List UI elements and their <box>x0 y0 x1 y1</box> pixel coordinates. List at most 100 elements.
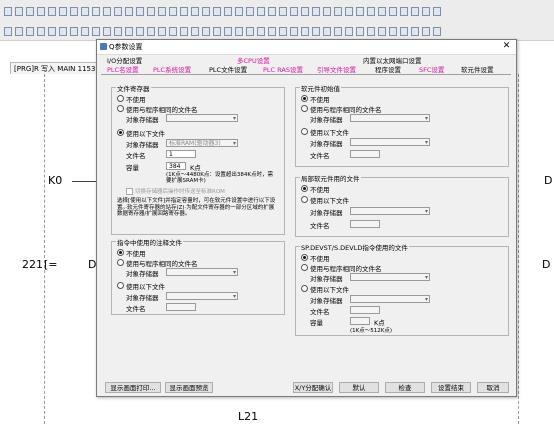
toolbar-button-icon[interactable] <box>411 27 419 36</box>
toolbar-button-icon[interactable] <box>169 7 177 16</box>
device-init-file-name-input[interactable] <box>350 150 380 158</box>
toolbar-button-icon[interactable] <box>26 27 34 36</box>
toolbar-button-icon[interactable] <box>180 27 188 36</box>
toolbar-button-icon[interactable] <box>92 27 100 36</box>
toolbar-button-icon[interactable] <box>48 27 56 36</box>
toolbar-button-icon[interactable] <box>59 7 67 16</box>
toolbar-button-icon[interactable] <box>301 27 309 36</box>
xy-assignment-confirm-button[interactable]: X/Y分配确认 <box>293 382 333 393</box>
toolbar-button-icon[interactable] <box>48 7 56 16</box>
tab-boot-file[interactable]: 引导文件设置 <box>317 66 356 74</box>
toolbar-button-icon[interactable] <box>213 27 221 36</box>
toolbar-button-icon[interactable] <box>389 27 397 36</box>
tab-program[interactable]: 程序设置 <box>375 66 401 74</box>
toolbar-button-icon[interactable] <box>114 27 122 36</box>
toolbar-button-icon[interactable] <box>400 27 408 36</box>
local-device-use-following-radio[interactable] <box>301 196 308 203</box>
tab-plc-system[interactable]: PLC系统设置 <box>153 66 191 74</box>
local-device-file-name-input[interactable] <box>350 220 380 228</box>
tab-builtin-ethernet[interactable]: 内置以太网端口设置 <box>363 57 422 65</box>
file-register-target-memory-2-select[interactable]: 标准RAM(驱动器3) <box>166 139 238 147</box>
toolbar-button-icon[interactable] <box>147 27 155 36</box>
file-register-target-memory-1-select[interactable] <box>166 114 238 122</box>
toolbar-button-icon[interactable] <box>125 27 133 36</box>
toolbar-button-icon[interactable] <box>191 7 199 16</box>
toolbar-button-icon[interactable] <box>312 7 320 16</box>
toolbar-button-icon[interactable] <box>15 27 23 36</box>
file-register-same-name-radio[interactable] <box>117 105 124 112</box>
toolbar-button-icon[interactable] <box>70 27 78 36</box>
toolbar-button-icon[interactable] <box>367 27 375 36</box>
end-setting-button[interactable]: 设置结束 <box>431 382 471 393</box>
toolbar-button-icon[interactable] <box>81 7 89 16</box>
program-document-tab[interactable]: [PRG]R 写入 MAIN 1153步 <box>10 62 100 74</box>
comment-file-file-name-input[interactable] <box>166 303 196 311</box>
default-button[interactable]: 默认 <box>339 382 379 393</box>
toolbar-button-icon[interactable] <box>268 27 276 36</box>
sp-devst-target-memory-2-select[interactable] <box>350 295 430 303</box>
toolbar-button-icon[interactable] <box>213 7 221 16</box>
ladder-compare-bracket[interactable]: [= <box>44 258 58 271</box>
toolbar-button-icon[interactable] <box>334 27 342 36</box>
toolbar-button-icon[interactable] <box>92 7 100 16</box>
toolbar-button-icon[interactable] <box>125 7 133 16</box>
cancel-button[interactable]: 取消 <box>477 382 509 393</box>
toolbar-button-icon[interactable] <box>26 7 34 16</box>
comment-file-target-memory-1-select[interactable] <box>166 268 238 276</box>
file-register-file-name-input[interactable]: 1 <box>166 150 196 158</box>
toolbar-button-icon[interactable] <box>323 7 331 16</box>
toolbar-button-icon[interactable] <box>169 27 177 36</box>
toolbar-button-icon[interactable] <box>147 7 155 16</box>
toolbar-button-icon[interactable] <box>180 7 188 16</box>
toolbar-button-icon[interactable] <box>367 7 375 16</box>
toolbar-button-icon[interactable] <box>246 7 254 16</box>
toolbar-button-icon[interactable] <box>103 27 111 36</box>
check-button[interactable]: 检查 <box>385 382 425 393</box>
comment-file-target-memory-2-select[interactable] <box>166 292 238 300</box>
toolbar-button-icon[interactable] <box>70 7 78 16</box>
tab-plc-name[interactable]: PLC名设置 <box>107 66 139 74</box>
toolbar-button-icon[interactable] <box>389 7 397 16</box>
toolbar-button-icon[interactable] <box>4 7 12 16</box>
toolbar-button-icon[interactable] <box>15 7 23 16</box>
toolbar-button-icon[interactable] <box>114 7 122 16</box>
toolbar-button-icon[interactable] <box>224 27 232 36</box>
toolbar-button-icon[interactable] <box>4 27 12 36</box>
sp-devst-use-following-radio[interactable] <box>301 285 308 292</box>
tab-io-assignment[interactable]: I/O分配设置 <box>107 57 142 65</box>
toolbar-button-icon[interactable] <box>257 27 265 36</box>
device-init-target-memory-2-select[interactable] <box>350 138 430 146</box>
toolbar-button-icon[interactable] <box>235 7 243 16</box>
toolbar-button-icon[interactable] <box>433 27 441 36</box>
toolbar-button-icon[interactable] <box>378 27 386 36</box>
print-window-button[interactable]: 显示画面打印... <box>105 382 161 393</box>
toolbar-button-icon[interactable] <box>136 27 144 36</box>
toolbar-button-icon[interactable] <box>158 27 166 36</box>
toolbar-button-icon[interactable] <box>235 27 243 36</box>
comment-file-same-name-radio[interactable] <box>117 259 124 266</box>
ladder-constant-k0[interactable]: K0 <box>48 174 62 187</box>
tab-plc-file[interactable]: PLC文件设置 <box>209 66 247 74</box>
ladder-label-l21[interactable]: L21 <box>238 410 258 423</box>
toolbar-button-icon[interactable] <box>158 7 166 16</box>
tab-device[interactable]: 软元件设置 <box>461 66 494 74</box>
toolbar-button-icon[interactable] <box>191 27 199 36</box>
ladder-device-d-right-top[interactable]: D <box>544 174 552 187</box>
toolbar-button-icon[interactable] <box>378 7 386 16</box>
toolbar-button-icon[interactable] <box>202 27 210 36</box>
tab-multi-cpu[interactable]: 多CPU设置 <box>237 57 270 65</box>
sp-devst-file-name-input[interactable] <box>350 306 380 314</box>
toolbar-button-icon[interactable] <box>334 7 342 16</box>
toolbar-button-icon[interactable] <box>103 7 111 16</box>
comment-file-use-following-radio[interactable] <box>117 282 124 289</box>
sp-devst-same-name-radio[interactable] <box>301 264 308 271</box>
device-init-use-following-radio[interactable] <box>301 128 308 135</box>
toolbar-button-icon[interactable] <box>246 27 254 36</box>
toolbar-button-icon[interactable] <box>37 7 45 16</box>
file-register-capacity-input[interactable]: 384 <box>166 162 186 170</box>
toolbar-button-icon[interactable] <box>422 27 430 36</box>
toolbar-button-icon[interactable] <box>268 7 276 16</box>
preview-window-button[interactable]: 显示画面预览 <box>165 382 213 393</box>
ladder-device-d-right-mid[interactable]: D <box>542 258 550 271</box>
tab-sfc[interactable]: SFC设置 <box>419 66 444 74</box>
